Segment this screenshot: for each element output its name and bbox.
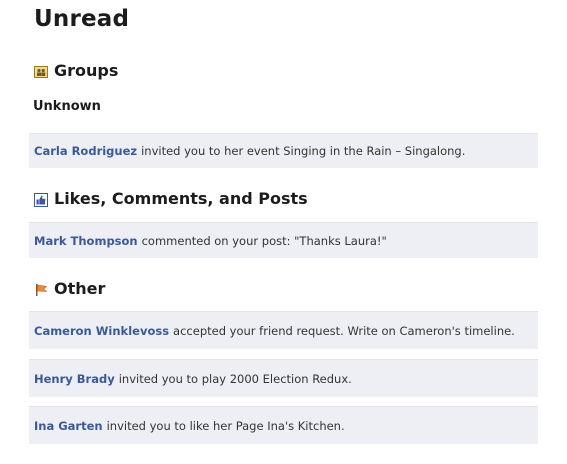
section-heading-likes: Likes, Comments, and Posts xyxy=(34,189,308,208)
actor-link[interactable]: Mark Thompson xyxy=(34,234,138,248)
group-subheading: Unknown xyxy=(33,99,101,114)
notification-row[interactable]: Carla Rodriguez invited you to her event… xyxy=(29,133,538,168)
notification-row[interactable]: Ina Garten invited you to like her Page … xyxy=(29,406,538,444)
section-heading-label: Likes, Comments, and Posts xyxy=(54,189,308,208)
notification-text: invited you to play 2000 Election Redux. xyxy=(118,371,352,386)
notification-text: invited you to like her Page Ina's Kitch… xyxy=(106,418,345,433)
actor-link[interactable]: Cameron Winklevoss xyxy=(34,324,169,338)
like-icon xyxy=(34,192,48,207)
notification-row[interactable]: Cameron Winklevoss accepted your friend … xyxy=(29,311,538,349)
section-heading-other: Other xyxy=(34,279,105,298)
notification-row[interactable]: Henry Brady invited you to play 2000 Ele… xyxy=(29,359,538,397)
actor-link[interactable]: Henry Brady xyxy=(34,372,115,386)
notification-text: accepted your friend request. Write on C… xyxy=(173,323,515,338)
actor-link[interactable]: Carla Rodriguez xyxy=(34,144,137,158)
section-heading-label: Groups xyxy=(54,61,119,80)
section-heading-groups: Groups xyxy=(34,61,118,80)
groups-icon xyxy=(34,64,48,78)
page-title: Unread xyxy=(34,6,130,32)
section-heading-label: Other xyxy=(54,279,106,298)
notification-text: invited you to her event Singing in the … xyxy=(141,144,466,158)
notification-text: commented on your post: "Thanks Laura!" xyxy=(141,233,387,248)
flag-icon xyxy=(34,282,48,296)
notification-row[interactable]: Mark Thompson commented on your post: "T… xyxy=(29,222,538,258)
actor-link[interactable]: Ina Garten xyxy=(34,419,103,433)
